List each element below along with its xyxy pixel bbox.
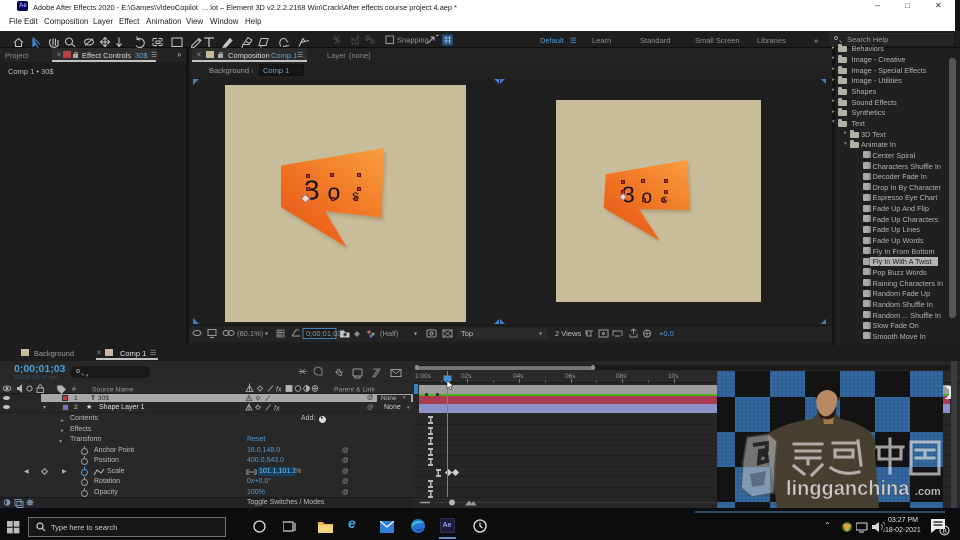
svg-text:lingganchina: lingganchina bbox=[786, 478, 910, 500]
svg-text:Top: Top bbox=[461, 329, 473, 338]
svg-text:(60.1%): (60.1%) bbox=[237, 329, 264, 338]
svg-text:▾: ▾ bbox=[265, 332, 268, 338]
svg-text:(Half): (Half) bbox=[380, 329, 399, 338]
svg-text:2 Views: 2 Views bbox=[555, 329, 581, 338]
svg-text:Snapping: Snapping bbox=[397, 36, 429, 45]
svg-text:Parent & Link: Parent & Link bbox=[334, 387, 375, 394]
svg-text:0;00;01;03: 0;00;01;03 bbox=[306, 329, 341, 338]
svg-text:8: 8 bbox=[943, 527, 947, 536]
svg-text:Source Name: Source Name bbox=[92, 387, 134, 394]
svg-text:fx: fx bbox=[274, 406, 280, 413]
svg-text:+0.0: +0.0 bbox=[659, 329, 674, 338]
svg-text:fx: fx bbox=[276, 387, 282, 394]
svg-text:▾: ▾ bbox=[539, 332, 542, 338]
svg-text:.com: .com bbox=[915, 486, 941, 498]
svg-text:#: # bbox=[72, 387, 76, 394]
svg-text:▾: ▾ bbox=[414, 332, 417, 338]
svg-text:▾: ▾ bbox=[585, 332, 588, 338]
